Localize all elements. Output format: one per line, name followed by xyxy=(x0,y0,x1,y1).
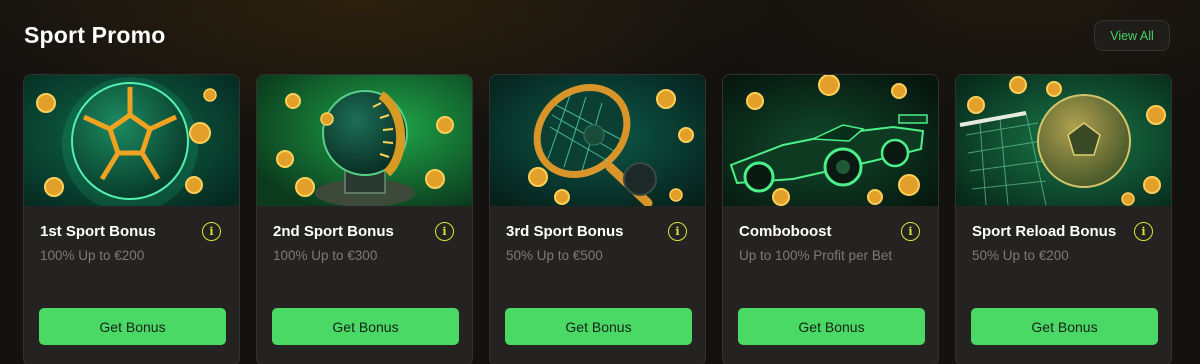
card-subtitle: 100% Up to €200 xyxy=(40,248,145,263)
info-icon[interactable]: i xyxy=(901,222,920,241)
info-icon[interactable]: i xyxy=(202,222,221,241)
race-car-illustration xyxy=(723,75,938,206)
info-icon[interactable]: i xyxy=(1134,222,1153,241)
tennis-racket-illustration xyxy=(490,75,705,206)
promo-card: Sport Reload Bonus i 50% Up to €200 Get … xyxy=(955,74,1172,364)
card-subtitle: 50% Up to €200 xyxy=(972,248,1069,263)
soccer-goal-illustration xyxy=(956,75,1171,206)
get-bonus-button[interactable]: Get Bonus xyxy=(272,308,459,345)
info-icon[interactable]: i xyxy=(435,222,454,241)
get-bonus-button[interactable]: Get Bonus xyxy=(738,308,925,345)
promo-card: 2nd Sport Bonus i 100% Up to €300 Get Bo… xyxy=(256,74,473,364)
card-title: 3rd Sport Bonus xyxy=(506,223,624,240)
info-icon[interactable]: i xyxy=(668,222,687,241)
get-bonus-button[interactable]: Get Bonus xyxy=(39,308,226,345)
promo-card: Comboboost i Up to 100% Profit per Bet G… xyxy=(722,74,939,364)
card-title: 1st Sport Bonus xyxy=(40,223,156,240)
promo-card: 1st Sport Bonus i 100% Up to €200 Get Bo… xyxy=(23,74,240,364)
view-all-button[interactable]: View All xyxy=(1094,20,1170,51)
soccer-ball-illustration xyxy=(24,75,239,206)
card-subtitle: 100% Up to €300 xyxy=(273,248,378,263)
card-title: Comboboost xyxy=(739,223,832,240)
card-subtitle: 50% Up to €500 xyxy=(506,248,603,263)
rugby-ball-trophy-illustration xyxy=(257,75,472,206)
card-title: Sport Reload Bonus xyxy=(972,223,1117,240)
section-title: Sport Promo xyxy=(24,22,166,48)
get-bonus-button[interactable]: Get Bonus xyxy=(505,308,692,345)
card-title: 2nd Sport Bonus xyxy=(273,223,394,240)
get-bonus-button[interactable]: Get Bonus xyxy=(971,308,1158,345)
promo-card-list: 1st Sport Bonus i 100% Up to €200 Get Bo… xyxy=(23,74,1172,364)
promo-card: 3rd Sport Bonus i 50% Up to €500 Get Bon… xyxy=(489,74,706,364)
card-subtitle: Up to 100% Profit per Bet xyxy=(739,248,893,263)
